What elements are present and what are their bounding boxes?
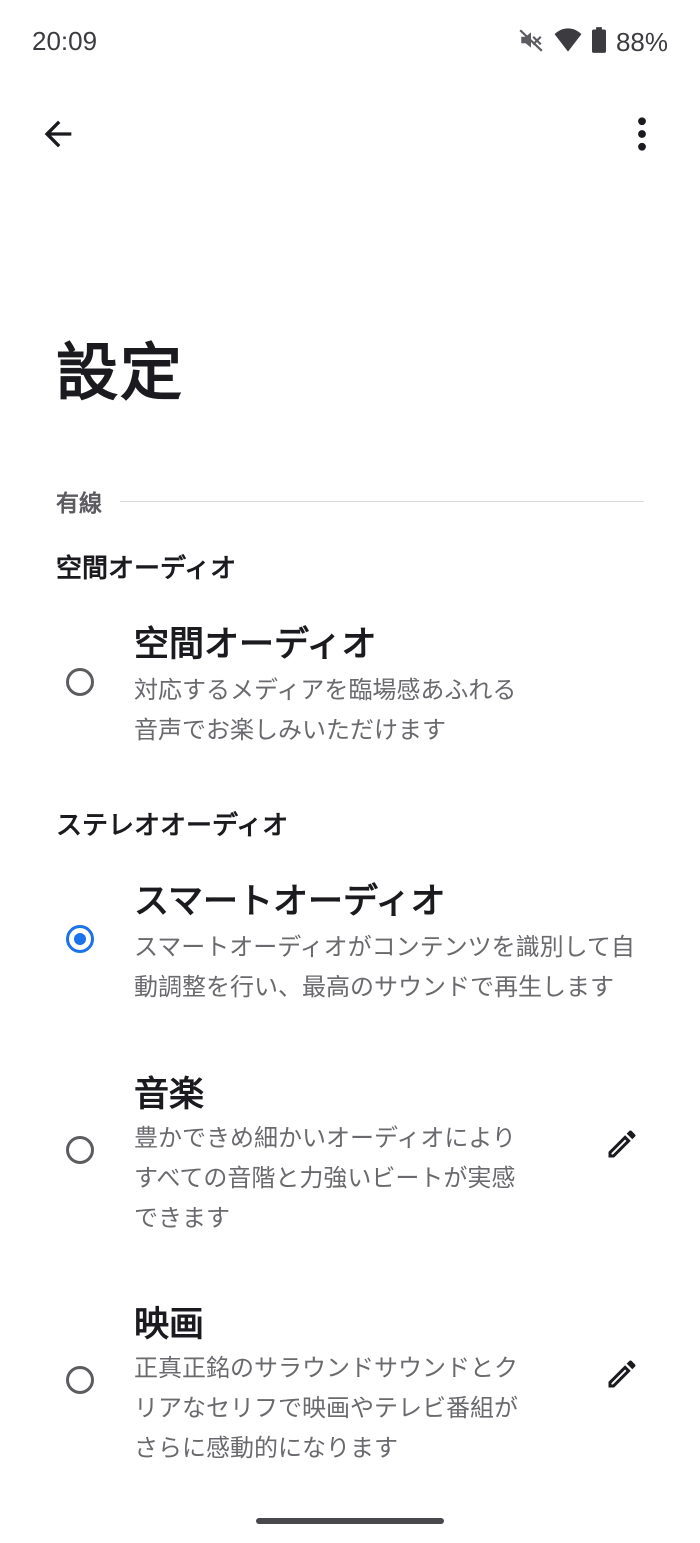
toolbar: [0, 100, 700, 170]
status-icons: 88%: [518, 26, 668, 58]
category-label-spatial: 空間オーディオ: [56, 554, 237, 584]
mute-icon: [518, 27, 544, 57]
option-spatial-audio[interactable]: 空間オーディオ 対応するメディアを臨場感あふれる 音声でお楽しみいただけます: [0, 610, 700, 760]
pencil-icon: [604, 1356, 640, 1396]
section-header-label: 有線: [56, 491, 102, 517]
radio-button[interactable]: [66, 1136, 94, 1164]
radio-button-selected[interactable]: [66, 925, 94, 953]
option-description-line: 対応するメディアを臨場感あふれる: [134, 676, 517, 704]
arrow-back-icon: [38, 114, 78, 158]
option-description: スマートオーディオがコンテンツを識別して自 動調整を行い、最高のサウンドで再生し…: [134, 927, 635, 1007]
page-title: 設定: [56, 336, 185, 409]
option-description-line: リアなセリフで映画やテレビ番組が: [134, 1394, 518, 1422]
battery-icon: [591, 27, 606, 57]
option-music[interactable]: 音楽 豊かできめ細かいオーディオにより すべての音階と力強いビートが実感 できま…: [0, 1058, 700, 1248]
section-header-wired: 有線: [56, 484, 644, 518]
wifi-icon: [554, 27, 582, 57]
option-description-line: 音声でお楽しみいただけます: [134, 716, 446, 744]
option-title: 映画: [134, 1305, 205, 1345]
option-description-line: 動調整を行い、最高のサウンドで再生します: [134, 973, 614, 1001]
option-description-line: 正真正銘のサラウンドサウンドとク: [134, 1354, 518, 1382]
category-label-stereo: ステレオオーディオ: [56, 811, 289, 841]
radio-button[interactable]: [66, 1366, 94, 1394]
gesture-nav-handle[interactable]: [256, 1518, 444, 1524]
back-button[interactable]: [30, 108, 86, 164]
section-divider: [120, 500, 644, 502]
option-movie[interactable]: 映画 正真正銘のサラウンドサウンドとク リアなセリフで映画やテレビ番組が さらに…: [0, 1288, 700, 1478]
radio-button[interactable]: [66, 668, 94, 696]
option-description: 豊かできめ細かいオーディオにより すべての音階と力強いビートが実感 できます: [134, 1118, 516, 1238]
option-description: 対応するメディアを臨場感あふれる 音声でお楽しみいただけます: [134, 670, 516, 750]
edit-movie-button[interactable]: [602, 1356, 642, 1396]
option-description-line: すべての音階と力強いビートが実感: [134, 1164, 516, 1192]
option-title: 音楽: [134, 1075, 205, 1115]
option-description-line: 豊かできめ細かいオーディオにより: [134, 1124, 516, 1152]
more-vert-icon: [636, 116, 648, 156]
status-bar: 20:09 88%: [0, 0, 700, 84]
option-title: 空間オーディオ: [134, 625, 377, 665]
pencil-icon: [604, 1126, 640, 1166]
option-description: 正真正銘のサラウンドサウンドとク リアなセリフで映画やテレビ番組が さらに感動的…: [134, 1348, 518, 1468]
edit-music-button[interactable]: [602, 1126, 642, 1166]
option-smart-audio[interactable]: スマートオーディオ スマートオーディオがコンテンツを識別して自 動調整を行い、最…: [0, 867, 700, 1017]
more-options-button[interactable]: [614, 108, 670, 164]
option-description-line: できます: [134, 1204, 230, 1232]
status-time: 20:09: [32, 26, 98, 56]
battery-percent: 88%: [615, 26, 668, 57]
option-description-line: さらに感動的になります: [134, 1434, 398, 1462]
option-title: スマートオーディオ: [134, 882, 446, 922]
option-description-line: スマートオーディオがコンテンツを識別して自: [134, 933, 635, 961]
